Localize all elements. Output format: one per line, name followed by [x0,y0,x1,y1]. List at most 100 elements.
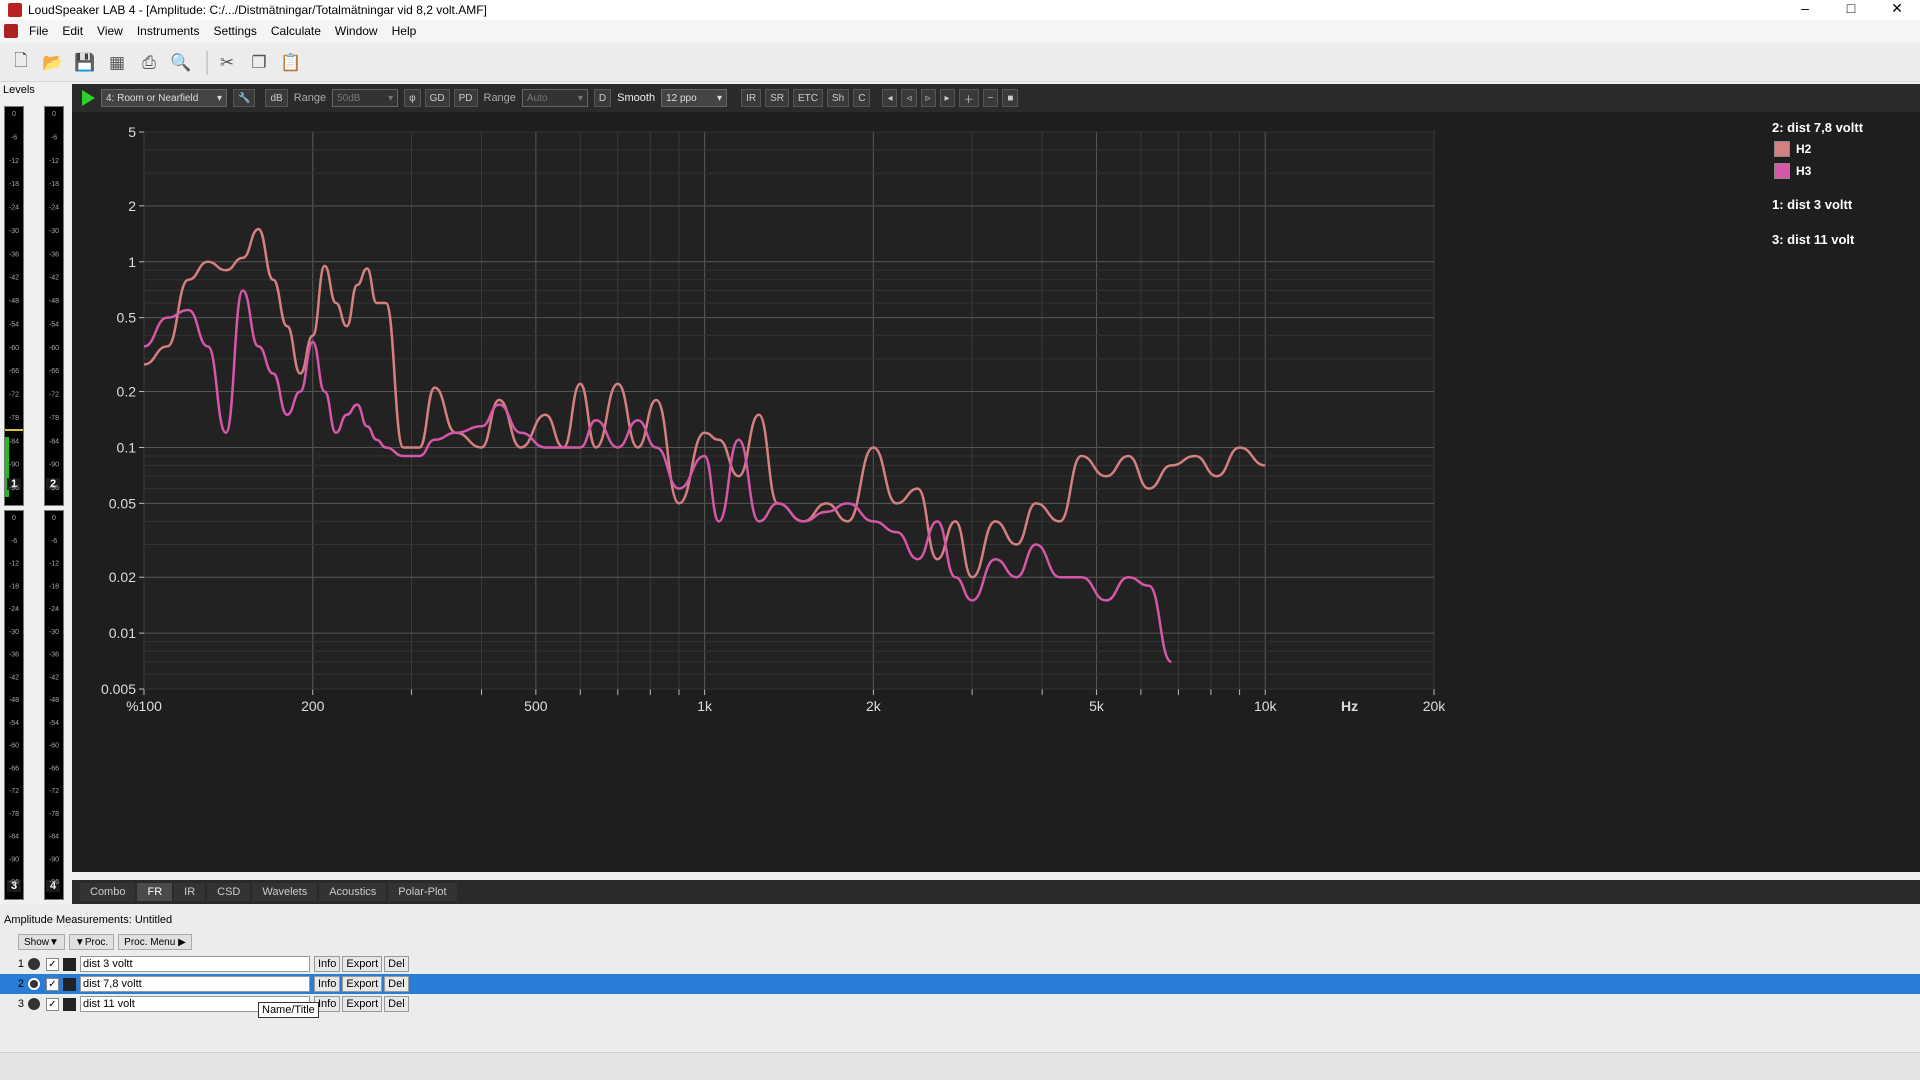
smooth-select[interactable]: 12 ppo ▾ [661,89,728,107]
meter-tick-label: -78 [49,811,59,818]
legend-title-3: 3: dist 11 volt [1772,232,1855,247]
info-button[interactable]: Info [314,956,341,972]
tab-csd[interactable]: CSD [207,883,251,901]
new-icon[interactable]: 🗋 [8,50,34,76]
color-picker[interactable] [63,997,76,1011]
ir-button[interactable]: IR [741,89,762,107]
cut-icon[interactable]: ✂ [214,50,240,76]
gd-button[interactable]: GD [424,89,450,107]
menu-view[interactable]: View [90,24,130,38]
tab-wavelets[interactable]: Wavelets [252,883,318,901]
arrow-left-small-icon[interactable]: ◃ [901,89,917,107]
meter-tick-label: -18 [49,181,59,188]
legend-entry-h2[interactable]: H2 [1774,141,1912,157]
color-picker[interactable] [63,977,76,991]
fit-icon[interactable]: ■ [1002,89,1019,107]
tab-combo[interactable]: Combo [80,883,136,901]
wrench-icon[interactable]: 🔧 [233,89,256,107]
sh-button[interactable]: Sh [826,89,850,107]
meter-tick-label: -30 [49,228,59,235]
play-icon[interactable] [82,90,95,106]
measurement-row-2[interactable]: 2 ✓ dist 7,8 voltt Info Export Del [0,974,1920,994]
menu-window[interactable]: Window [328,24,385,38]
menu-help[interactable]: Help [385,24,424,38]
legend-entry-h3[interactable]: H3 [1774,163,1912,179]
app-menu-icon[interactable] [4,24,18,38]
save-icon[interactable]: 💾 [72,50,98,76]
meter-tick-label: -36 [9,652,19,659]
export-button[interactable]: Export [342,976,383,992]
menu-settings[interactable]: Settings [207,24,264,38]
proc-button[interactable]: ▼Proc. [68,934,115,950]
legend-label-h2: H2 [1796,142,1812,156]
maximize-button[interactable]: □ [1828,0,1874,20]
tab-polar-plot[interactable]: Polar-Plot [388,883,457,901]
close-button[interactable]: ✕ [1874,0,1920,20]
arrow-right-small-icon[interactable]: ▹ [920,89,936,107]
save-all-icon[interactable]: ▦ [104,50,130,76]
db-button[interactable]: dB [265,89,288,107]
meter-tick-label: -84 [9,834,19,841]
visible-checkbox[interactable]: ✓ [46,957,59,971]
tab-fr[interactable]: FR [137,883,173,901]
range-select[interactable]: 50dB ▾ [332,89,399,107]
x-tick-label: Hz [1341,698,1358,714]
meter-tick-label: -84 [9,438,19,445]
delete-button[interactable]: Del [384,996,409,1012]
active-radio[interactable] [28,998,40,1010]
plot-area: 5 2 1 0.5 0.2 0.1 0.05 0.02 0.01 0.005 %100 200 500 1… [72,112,1920,872]
legend-label-h3: H3 [1796,164,1812,178]
h2-swatch [1774,141,1790,157]
visible-checkbox[interactable]: ✓ [46,997,59,1011]
measurement-name-field[interactable]: dist 7,8 voltt [80,976,310,992]
zoom-out-icon[interactable]: − [982,89,999,107]
info-button[interactable]: Info [314,976,341,992]
menu-instruments[interactable]: Instruments [130,24,207,38]
y-tick-label: 5 [128,124,136,140]
active-radio[interactable] [28,958,40,970]
c-button[interactable]: C [853,89,871,107]
show-button[interactable]: Show▼ [18,934,65,950]
range2-select[interactable]: Auto ▾ [521,89,588,107]
color-picker[interactable] [63,957,76,971]
meter-tick-label: -6 [51,134,57,141]
chevron-down-icon: ▾ [717,92,723,104]
export-button[interactable]: Export [342,996,383,1012]
meter-tick-label: -66 [49,368,59,375]
print-icon[interactable]: ⎙ [136,50,162,76]
copy-icon[interactable]: ❐ [246,50,272,76]
arrow-right-icon[interactable]: ▸ [939,89,955,107]
pd-button[interactable]: PD [453,89,478,107]
menu-file[interactable]: File [22,24,55,38]
open-icon[interactable]: 📂 [40,50,66,76]
meter-tick-label: -72 [49,788,59,795]
meter-tick-label: -42 [49,275,59,282]
tab-ir[interactable]: IR [174,883,206,901]
distortion-chart[interactable]: 5 2 1 0.5 0.2 0.1 0.05 0.02 0.01 0.005%100 200 500 1… [72,112,1772,872]
paste-icon[interactable]: 📋 [278,50,304,76]
proc-menu-button[interactable]: Proc. Menu ▶ [118,934,192,950]
measurement-name-field[interactable]: dist 3 voltt [80,956,310,972]
etc-button[interactable]: ETC [792,89,823,107]
mode-select[interactable]: 4: Room or Nearfield ▾ [101,89,227,107]
minimize-button[interactable]: – [1782,0,1828,20]
delete-button[interactable]: Del [384,956,409,972]
active-radio[interactable] [28,978,40,990]
menu-edit[interactable]: Edit [55,24,90,38]
meter-tick-label: -84 [49,834,59,841]
x-tick-label: 500 [524,698,548,714]
sr-button[interactable]: SR [765,89,789,107]
arrow-left-icon[interactable]: ◂ [882,89,898,107]
tab-acoustics[interactable]: Acoustics [319,883,387,901]
delete-button[interactable]: Del [384,976,409,992]
zoom-in-icon[interactable]: ＋ [958,89,979,107]
menu-calculate[interactable]: Calculate [264,24,328,38]
visible-checkbox[interactable]: ✓ [46,977,59,991]
measurement-row-1[interactable]: 1 ✓ dist 3 voltt Info Export Del [0,954,1920,974]
export-button[interactable]: Export [342,956,383,972]
meter-tick-label: -24 [9,205,19,212]
phase-button[interactable]: φ [404,89,421,107]
print-preview-icon[interactable]: 🔍 [168,50,194,76]
measurements-title: Amplitude Measurements: Untitled [4,914,173,926]
d-button[interactable]: D [593,89,612,107]
